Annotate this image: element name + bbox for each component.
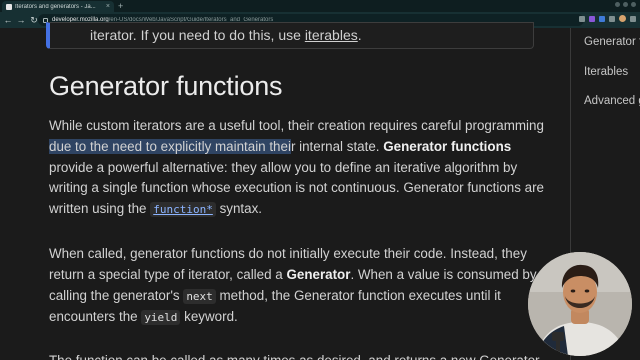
paragraph-line: While custom iterators are a useful tool… (49, 118, 544, 133)
puzzle-icon[interactable] (609, 15, 615, 22)
close-window-button[interactable] (631, 2, 636, 7)
presenter-video-icon (528, 252, 632, 356)
text-run: calling the generator's (49, 287, 184, 303)
toc-item-generator-functions[interactable]: Generator fu (584, 36, 640, 48)
paragraph-line: calling the generator's next method, the… (49, 286, 529, 308)
function-star-link[interactable]: function* (150, 202, 216, 218)
section-heading: Generator functions (49, 71, 283, 101)
toc-item-advanced-generators[interactable]: Advanced g (584, 95, 640, 107)
text-run: return a special type of iterator, calle… (49, 266, 287, 282)
paragraph-line: When called, generator functions do not … (49, 246, 527, 261)
selected-text: due to the need to explicitly maintain t… (49, 138, 291, 154)
text-run: written using the (49, 201, 151, 217)
window-controls (615, 2, 636, 7)
note-callout: iterator. If you need to do this, use it… (46, 22, 534, 49)
tab-title: Iterators and generators - Ja... (15, 3, 96, 10)
toc-item-iterables[interactable]: Iterables (584, 66, 628, 78)
paragraph-line: The function can be called as many times… (49, 351, 540, 360)
close-tab-icon[interactable]: × (106, 3, 110, 10)
maximize-button[interactable] (623, 2, 628, 7)
paragraph-line: writing a single function whose executio… (49, 180, 544, 196)
back-button[interactable]: ← (3, 12, 13, 28)
new-tab-button[interactable]: + (118, 1, 123, 11)
paragraph-line: written using the function* syntax. (49, 199, 529, 221)
note-text-part: . (357, 27, 362, 43)
extension-icons (579, 15, 636, 22)
bold-term: Generator functions (383, 138, 512, 154)
note-text-part: iterator. If you need to do this, use (90, 27, 305, 43)
code-yield: yield (141, 310, 181, 326)
paragraph-line: due to the need to explicitly maintain t… (49, 137, 529, 158)
paragraph-line: encounters the yield keyword. (49, 307, 529, 329)
paragraph-generator: When called, generator functions do not … (49, 244, 537, 329)
text-run: encounters the (49, 309, 142, 325)
webcam-overlay (528, 252, 632, 356)
bold-term: Generator (286, 266, 351, 282)
code-next: next (183, 288, 216, 304)
forward-button[interactable]: → (16, 12, 26, 28)
text-run: syntax. (215, 201, 262, 217)
extension-icon[interactable] (599, 15, 605, 22)
browser-tab[interactable]: Iterators and generators - Ja... × (2, 1, 114, 12)
note-text: iterator. If you need to do this, use it… (90, 27, 362, 43)
tab-bar: Iterators and generators - Ja... × + (0, 0, 640, 12)
bookmark-star-icon[interactable] (579, 15, 585, 22)
text-run: method, the Generator function executes … (215, 287, 501, 303)
paragraph-line: return a special type of iterator, calle… (49, 265, 537, 286)
paragraph-intro: While custom iterators are a useful tool… (49, 116, 544, 221)
text-run: r internal state. (290, 138, 384, 154)
mdn-favicon-icon (6, 3, 12, 10)
paragraph-line: provide a powerful alternative: they all… (49, 159, 518, 175)
iterables-link[interactable]: iterables (305, 27, 358, 43)
paragraph-called: The function can be called as many times… (49, 351, 540, 360)
minimize-button[interactable] (615, 2, 620, 7)
menu-icon[interactable] (630, 15, 636, 22)
text-run: . When a value is consumed by (350, 266, 537, 282)
text-run: keyword. (180, 309, 238, 325)
extension-icon[interactable] (589, 15, 595, 22)
profile-avatar[interactable] (619, 15, 626, 22)
